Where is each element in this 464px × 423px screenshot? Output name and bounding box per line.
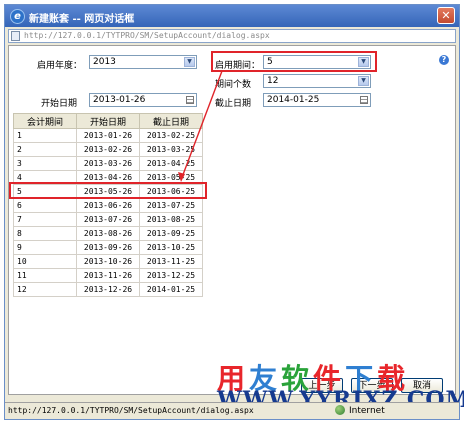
ie-icon: e bbox=[10, 9, 25, 24]
address-url: http://127.0.0.1/TYTPRO/SM/SetupAccount/… bbox=[24, 31, 270, 40]
dialog-content: 启用年度： 2013 ▼ 启用期间： 5 ▼ ? 期间个数 12 ▼ 开始日期 … bbox=[8, 45, 456, 395]
dialog-window: e 新建账套 -- 网页对话框 ✕ http://127.0.0.1/TYTPR… bbox=[4, 4, 464, 420]
title-bar[interactable]: e 新建账套 -- 网页对话框 ✕ bbox=[5, 5, 459, 27]
status-url: http://127.0.0.1/TYTPRO/SM/SetupAccount/… bbox=[8, 406, 254, 415]
window-title: 新建账套 -- 网页对话框 bbox=[29, 14, 135, 25]
page-icon bbox=[11, 31, 20, 41]
close-button[interactable]: ✕ bbox=[437, 7, 455, 24]
zone-label: Internet bbox=[349, 406, 385, 416]
address-bar: http://127.0.0.1/TYTPRO/SM/SetupAccount/… bbox=[8, 29, 456, 43]
globe-icon bbox=[335, 405, 345, 415]
pointer-arrow bbox=[178, 70, 223, 182]
status-bar: http://127.0.0.1/TYTPRO/SM/SetupAccount/… bbox=[5, 402, 459, 419]
